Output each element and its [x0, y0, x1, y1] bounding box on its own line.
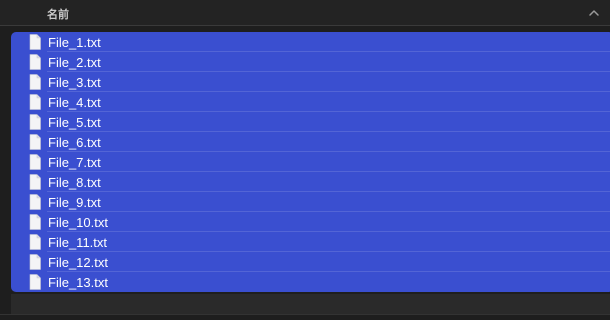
file-row[interactable]: File_10.txt: [11, 212, 610, 232]
file-name: File_12.txt: [48, 255, 108, 270]
text-file-icon: [29, 174, 41, 190]
text-file-icon: [29, 134, 41, 150]
text-file-icon: [29, 254, 41, 270]
file-name: File_4.txt: [48, 95, 101, 110]
file-name: File_3.txt: [48, 75, 101, 90]
file-name: File_6.txt: [48, 135, 101, 150]
name-column-header[interactable]: 名前: [47, 6, 69, 22]
file-row[interactable]: File_13.txt: [11, 272, 610, 292]
file-name: File_5.txt: [48, 115, 101, 130]
file-list: File_1.txt File_2.txt File_3.txt File_4.txt…: [0, 27, 610, 320]
finder-list-window: 名前 File_1.txt File_2.txt File_3.txt File_4.…: [0, 0, 610, 320]
file-row[interactable]: File_5.txt: [11, 112, 610, 132]
text-file-icon: [29, 34, 41, 50]
file-row[interactable]: File_8.txt: [11, 172, 610, 192]
file-row[interactable]: File_3.txt: [11, 72, 610, 92]
file-row[interactable]: File_11.txt: [11, 232, 610, 252]
file-row[interactable]: File_4.txt: [11, 92, 610, 112]
file-row[interactable]: File_2.txt: [11, 52, 610, 72]
file-row[interactable]: File_7.txt: [11, 152, 610, 172]
text-file-icon: [29, 54, 41, 70]
chevron-up-icon[interactable]: [588, 7, 600, 19]
file-name: File_8.txt: [48, 175, 101, 190]
text-file-icon: [29, 214, 41, 230]
divider: [0, 314, 610, 315]
file-name: File_11.txt: [48, 235, 108, 250]
empty-row: [11, 294, 610, 314]
file-row[interactable]: File_1.txt: [11, 32, 610, 52]
text-file-icon: [29, 194, 41, 210]
text-file-icon: [29, 94, 41, 110]
file-row[interactable]: File_9.txt: [11, 192, 610, 212]
text-file-icon: [29, 154, 41, 170]
text-file-icon: [29, 274, 41, 290]
column-header: 名前: [0, 0, 610, 26]
file-row[interactable]: File_6.txt: [11, 132, 610, 152]
file-name: File_7.txt: [48, 155, 101, 170]
file-row[interactable]: File_12.txt: [11, 252, 610, 272]
file-name: File_13.txt: [48, 275, 108, 290]
file-name: File_1.txt: [48, 35, 101, 50]
text-file-icon: [29, 234, 41, 250]
file-name: File_9.txt: [48, 195, 101, 210]
file-name: File_10.txt: [48, 215, 108, 230]
text-file-icon: [29, 74, 41, 90]
file-name: File_2.txt: [48, 55, 101, 70]
text-file-icon: [29, 114, 41, 130]
